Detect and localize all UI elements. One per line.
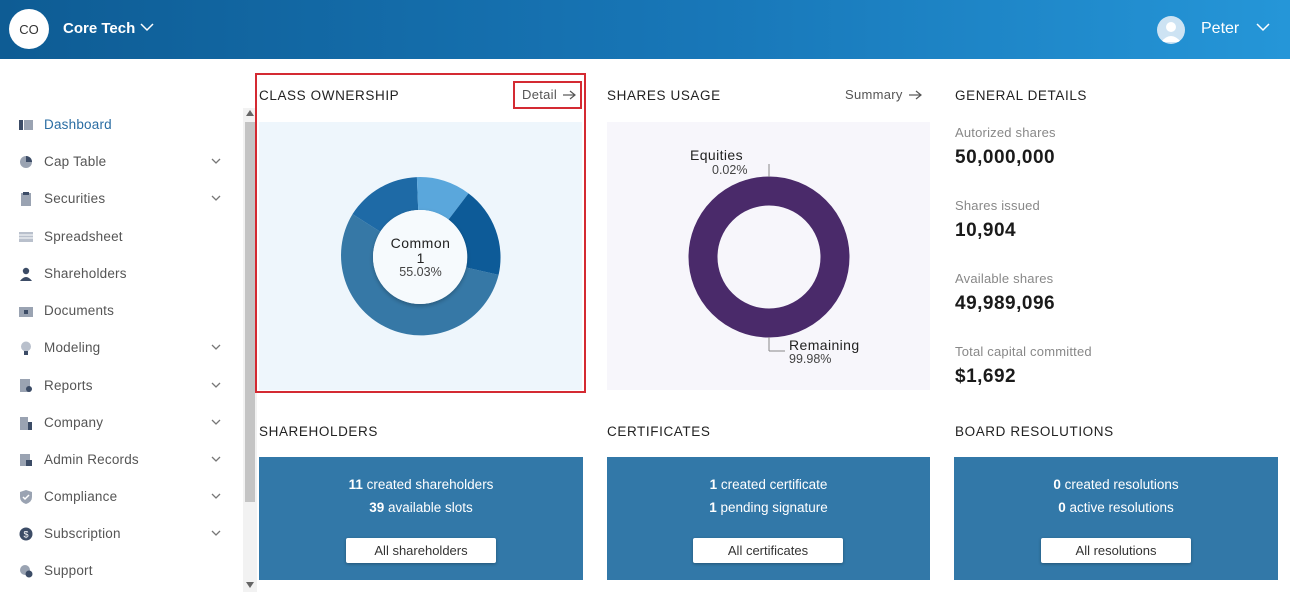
sidebar-item-label: Support (44, 563, 93, 578)
sidebar-item-subscription[interactable]: $ Subscription (0, 519, 240, 549)
svg-text:$: $ (23, 530, 28, 540)
shareholders-card: 11 created shareholders 39 available slo… (259, 457, 583, 580)
sidebar-item-label: Subscription (44, 526, 121, 541)
capital-committed-label: Total capital committed (955, 344, 1092, 359)
chevron-down-icon[interactable] (211, 195, 221, 202)
sidebar-item-reports[interactable]: Reports (0, 371, 240, 401)
folder-lock-icon (19, 307, 33, 317)
lightbulb-icon (21, 341, 31, 355)
available-shares-value: 49,989,096 (955, 293, 1056, 314)
certificates-created-line: 1 created certificate (709, 477, 828, 492)
shareholders-slots-line: 39 available slots (369, 500, 473, 515)
scroll-thumb[interactable] (245, 122, 255, 502)
all-resolutions-button[interactable]: All resolutions (1041, 538, 1191, 563)
capital-committed-value: $1,692 (955, 366, 1017, 387)
scroll-down-icon[interactable] (246, 582, 254, 588)
sidebar-item-support[interactable]: Support (0, 556, 240, 586)
chevron-down-icon[interactable] (140, 22, 154, 32)
report-icon (20, 379, 32, 392)
sidebar-item-admin-records[interactable]: Admin Records (0, 445, 240, 475)
chevron-down-icon[interactable] (211, 344, 221, 351)
sidebar-item-label: Documents (44, 303, 115, 318)
shareholders-title: SHAREHOLDERS (259, 424, 378, 439)
all-shareholders-button[interactable]: All shareholders (346, 538, 496, 563)
summary-link[interactable]: Summary (845, 87, 922, 102)
sidebar-item-label: Securities (44, 191, 106, 206)
sidebar-item-label: Admin Records (44, 452, 139, 467)
dollar-circle-icon: $ (19, 527, 33, 541)
pie-icon (20, 156, 32, 168)
certificates-title: CERTIFICATES (607, 424, 711, 439)
chevron-down-icon[interactable] (211, 382, 221, 389)
shareholders-created-line: 11 created shareholders (348, 477, 494, 492)
sidebar-item-label: Modeling (44, 340, 101, 355)
certificates-pending-line: 1 pending signature (709, 500, 828, 515)
remaining-percent: 99.98% (789, 352, 832, 366)
shares-usage-chart-panel: Equities 0.02% Remaining 99.98% (607, 122, 930, 390)
user-name[interactable]: Peter (1201, 20, 1239, 38)
top-bar: CO Core Tech Peter (0, 0, 1290, 59)
sidebar-item-label: Dashboard (44, 117, 112, 132)
company-name[interactable]: Core Tech (63, 20, 135, 37)
sidebar-item-label: Shareholders (44, 266, 127, 281)
authorized-shares-value: 50,000,000 (955, 147, 1056, 168)
donut-segment-remaining[interactable] (688, 176, 850, 338)
shares-issued-value: 10,904 (955, 220, 1017, 241)
sidebar-item-documents[interactable]: Documents (0, 296, 240, 326)
building-icon (20, 417, 32, 430)
sidebar-item-label: Spreadsheet (44, 229, 123, 244)
general-details-title: GENERAL DETAILS (955, 88, 1088, 103)
chevron-down-icon[interactable] (1256, 22, 1270, 32)
equities-percent: 0.02% (712, 163, 748, 177)
sidebar-item-label: Cap Table (44, 154, 107, 169)
shield-check-icon (20, 490, 32, 504)
dashboard-icon (19, 120, 33, 130)
user-avatar-icon[interactable] (1157, 16, 1185, 44)
sidebar-item-dashboard[interactable]: Dashboard (0, 110, 240, 140)
resolutions-active-line: 0 active resolutions (1058, 500, 1174, 515)
chevron-down-icon[interactable] (211, 158, 221, 165)
detail-link-highlight (513, 81, 582, 109)
chevron-down-icon[interactable] (211, 456, 221, 463)
support-icon (20, 565, 33, 578)
board-resolutions-card: 0 created resolutions 0 active resolutio… (954, 457, 1278, 580)
chevron-down-icon[interactable] (211, 493, 221, 500)
remaining-label: Remaining (789, 337, 860, 353)
sidebar-item-label: Reports (44, 378, 93, 393)
all-certificates-button[interactable]: All certificates (693, 538, 843, 563)
sidebar-item-company[interactable]: Company (0, 408, 240, 438)
scroll-up-icon[interactable] (246, 110, 254, 116)
clipboard-icon (21, 192, 31, 206)
arrow-right-icon (908, 90, 922, 99)
shares-issued-label: Shares issued (955, 198, 1040, 213)
chevron-down-icon[interactable] (211, 530, 221, 537)
class-ownership-highlight (255, 73, 586, 393)
equities-label: Equities (690, 147, 744, 163)
resolutions-created-line: 0 created resolutions (1053, 477, 1179, 492)
records-icon (20, 454, 32, 466)
shares-usage-donut[interactable] (607, 122, 930, 390)
sidebar-item-securities[interactable]: Securities (0, 184, 240, 214)
sidebar-item-shareholders[interactable]: Shareholders (0, 259, 240, 289)
sidebar: Dashboard Cap Table Securities Spreadshe… (0, 59, 243, 598)
sidebar-item-modeling[interactable]: Modeling (0, 333, 240, 363)
sidebar-item-label: Company (44, 415, 104, 430)
board-resolutions-title: BOARD RESOLUTIONS (955, 424, 1114, 439)
spreadsheet-icon (19, 232, 33, 242)
chevron-down-icon[interactable] (211, 419, 221, 426)
available-shares-label: Available shares (955, 271, 1054, 286)
sidebar-item-compliance[interactable]: Compliance (0, 482, 240, 512)
certificates-card: 1 created certificate 1 pending signatur… (607, 457, 930, 580)
sidebar-item-cap-table[interactable]: Cap Table (0, 147, 240, 177)
sidebar-item-spreadsheet[interactable]: Spreadsheet (0, 222, 240, 252)
authorized-shares-label: Autorized shares (955, 125, 1056, 140)
summary-link-label: Summary (845, 87, 903, 102)
shares-usage-title: SHARES USAGE (607, 88, 721, 103)
person-icon (20, 267, 32, 281)
sidebar-item-label: Compliance (44, 489, 118, 504)
company-avatar[interactable]: CO (9, 9, 49, 49)
